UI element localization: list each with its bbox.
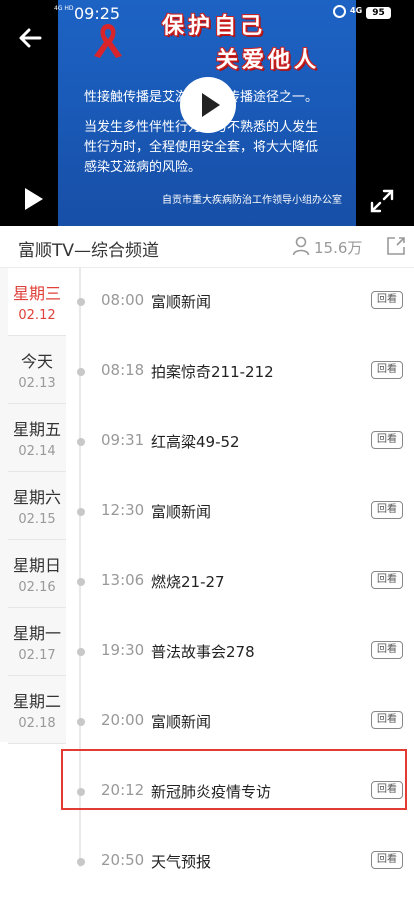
day-name: 星期三	[12, 284, 61, 303]
program-item[interactable]: 19:30 普法故事会278 回看	[66, 628, 414, 698]
program-time: 12:30	[101, 501, 145, 519]
status-time: 09:25	[74, 4, 121, 23]
program-title: 燃烧21-27	[151, 573, 225, 591]
share-icon[interactable]	[386, 236, 406, 256]
day-date: 02.12	[18, 308, 56, 323]
red-ribbon-icon	[94, 24, 122, 58]
program-title: 普法故事会278	[151, 643, 255, 661]
status-bar: 4G HD 09:25 4G 95	[0, 0, 414, 26]
center-play-button[interactable]	[180, 77, 236, 133]
play-icon[interactable]	[22, 186, 46, 212]
network-indicator: 4G HD	[54, 5, 74, 12]
program-item[interactable]: 13:06 燃烧21-27 回看	[66, 558, 414, 628]
replay-button[interactable]: 回看	[371, 431, 403, 449]
day-date: 02.18	[18, 716, 56, 731]
day-name: 星期一	[12, 624, 61, 643]
program-item[interactable]: 20:50 天气预报 回看	[66, 838, 414, 908]
fullscreen-icon[interactable]	[369, 188, 395, 214]
replay-button[interactable]: 回看	[371, 851, 403, 869]
day-name: 星期六	[12, 488, 61, 507]
day-date: 02.13	[18, 376, 56, 391]
timeline-dot	[77, 438, 85, 446]
day-item-today[interactable]: 今天 02.13	[8, 336, 66, 404]
timeline-dot	[77, 298, 85, 306]
day-date: 02.14	[18, 444, 56, 459]
program-item[interactable]: 08:00 富顺新闻 回看	[66, 278, 414, 348]
video-title-line2: 关爱他人	[216, 47, 321, 73]
video-text-line3: 性行为时，全程使用安全套，将大大降低	[84, 140, 319, 155]
program-title: 富顺新闻	[151, 293, 212, 311]
timeline-dot	[77, 718, 85, 726]
video-player[interactable]: 保护自己 关爱他人 性接触传播是艾滋病重要传播途径之一。 当发生多性伴性行为或与…	[0, 0, 414, 226]
replay-button[interactable]: 回看	[371, 571, 403, 589]
program-item[interactable]: 09:31 红高粱49-52 回看	[66, 418, 414, 488]
program-title: 红高粱49-52	[151, 433, 240, 451]
program-title: 富顺新闻	[151, 713, 212, 731]
highlight-box	[61, 749, 407, 810]
timeline-dot	[77, 578, 85, 586]
day-item-tuesday[interactable]: 星期二 02.18	[8, 676, 66, 744]
alarm-icon	[333, 5, 346, 18]
program-time: 09:31	[101, 431, 145, 449]
video-credit: 自贡市重大疾病防治工作领导小组办公室	[162, 195, 342, 206]
user-icon	[292, 236, 310, 256]
channel-name: 富顺TV—综合频道	[18, 241, 160, 261]
program-title: 天气预报	[151, 853, 212, 871]
replay-button[interactable]: 回看	[371, 291, 403, 309]
viewer-count: 15.6万	[314, 239, 363, 257]
battery-indicator: 95	[366, 7, 391, 19]
back-arrow-icon[interactable]	[14, 22, 46, 54]
day-list: 星期三 02.12 今天 02.13 星期五 02.14 星期六 02.15 星…	[0, 268, 66, 744]
program-time: 08:18	[101, 361, 145, 379]
day-name: 星期二	[12, 692, 61, 711]
signal-indicator: 4G	[350, 6, 363, 15]
replay-button[interactable]: 回看	[371, 361, 403, 379]
program-item[interactable]: 12:30 富顺新闻 回看	[66, 488, 414, 558]
program-time: 20:00	[101, 711, 145, 729]
program-item[interactable]: 08:18 拍案惊奇211-212 回看	[66, 348, 414, 418]
timeline-dot	[77, 858, 85, 866]
program-title: 拍案惊奇211-212	[151, 363, 274, 381]
video-text-line4: 感染艾滋病的风险。	[84, 160, 202, 175]
day-item-sunday[interactable]: 星期日 02.16	[8, 540, 66, 608]
day-name: 星期五	[12, 420, 61, 439]
timeline-dot	[77, 648, 85, 656]
replay-button[interactable]: 回看	[371, 501, 403, 519]
program-title: 富顺新闻	[151, 503, 212, 521]
day-date: 02.16	[18, 580, 56, 595]
program-time: 19:30	[101, 641, 145, 659]
day-item-wednesday[interactable]: 星期三 02.12	[8, 268, 66, 336]
timeline-dot	[77, 368, 85, 376]
day-item-friday[interactable]: 星期五 02.14	[8, 404, 66, 472]
day-item-saturday[interactable]: 星期六 02.15	[8, 472, 66, 540]
replay-button[interactable]: 回看	[371, 711, 403, 729]
program-time: 08:00	[101, 291, 145, 309]
day-name: 今天	[20, 352, 53, 371]
day-name: 星期日	[12, 556, 61, 575]
program-time: 13:06	[101, 571, 145, 589]
day-item-monday[interactable]: 星期一 02.17	[8, 608, 66, 676]
day-date: 02.15	[18, 512, 56, 527]
channel-bar: 富顺TV—综合频道 15.6万	[0, 226, 414, 268]
timeline-dot	[77, 508, 85, 516]
program-time: 20:50	[101, 851, 145, 869]
replay-button[interactable]: 回看	[371, 641, 403, 659]
day-date: 02.17	[18, 648, 56, 663]
